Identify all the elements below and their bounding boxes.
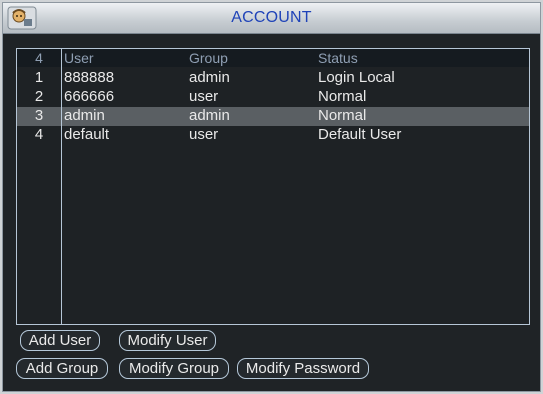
account-window: ACCOUNT 4 User Group Status 1 888888 adm… [2,2,541,392]
row-group: user [189,88,219,105]
header-count: 4 [35,50,43,66]
row-user: 666666 [64,88,115,105]
title-bar: ACCOUNT [3,3,540,34]
row-index: 4 [34,126,44,143]
table-row-selected[interactable]: 3 admin admin Normal [17,107,529,126]
row-status: Default User [318,126,402,143]
row-status: Normal [318,107,367,124]
add-group-button[interactable]: Add Group [16,358,108,379]
table-header: 4 User Group Status [17,49,529,67]
row-index: 1 [34,69,44,86]
row-group: user [189,126,219,143]
account-table: 4 User Group Status 1 888888 admin Login… [16,48,530,325]
row-status: Normal [318,88,367,105]
table-row[interactable]: 2 666666 user Normal [17,88,529,107]
row-user: 888888 [64,69,115,86]
add-user-button[interactable]: Add User [20,330,100,351]
window-title: ACCOUNT [231,9,312,26]
header-user: User [64,50,94,66]
row-index: 3 [34,107,44,124]
row-group: admin [189,69,230,86]
row-group: admin [189,107,230,124]
row-status: Login Local [318,69,395,86]
row-user: default [64,126,110,143]
table-row[interactable]: 4 default user Default User [17,126,529,145]
header-status: Status [318,50,358,66]
table-row[interactable]: 1 888888 admin Login Local [17,69,529,88]
row-user: admin [64,107,105,124]
modify-password-button[interactable]: Modify Password [237,358,369,379]
modify-group-button[interactable]: Modify Group [119,358,229,379]
column-divider [61,49,62,324]
modify-user-button[interactable]: Modify User [119,330,216,351]
header-group: Group [189,50,228,66]
row-index: 2 [34,88,44,105]
